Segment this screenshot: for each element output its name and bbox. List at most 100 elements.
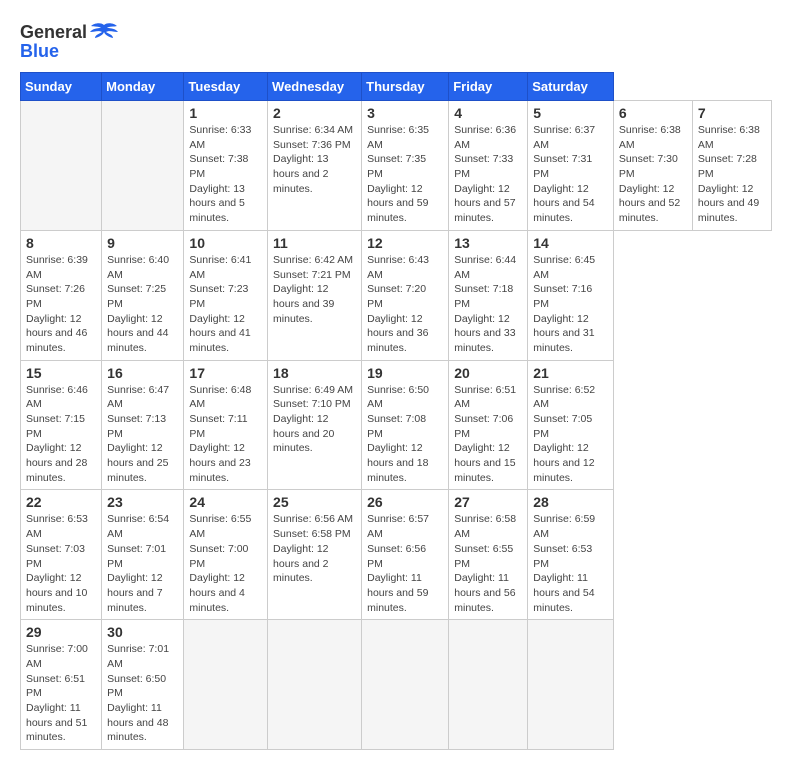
day-number: 7 bbox=[698, 105, 766, 121]
empty-cell bbox=[362, 620, 449, 750]
empty-cell bbox=[102, 101, 184, 231]
day-cell-29: 29 Sunrise: 7:00 AMSunset: 6:51 PMDayligh… bbox=[21, 620, 102, 750]
day-number: 6 bbox=[619, 105, 687, 121]
empty-cell bbox=[268, 620, 362, 750]
day-cell-20: 20 Sunrise: 6:51 AMSunset: 7:06 PMDayligh… bbox=[449, 360, 528, 490]
day-number: 10 bbox=[189, 235, 262, 251]
day-cell-22: 22 Sunrise: 6:53 AMSunset: 7:03 PMDayligh… bbox=[21, 490, 102, 620]
calendar-week-1: 1 Sunrise: 6:33 AMSunset: 7:38 PMDaylight… bbox=[21, 101, 772, 231]
day-info: Sunrise: 6:44 AMSunset: 7:18 PMDaylight:… bbox=[454, 253, 522, 356]
day-cell-1: 1 Sunrise: 6:33 AMSunset: 7:38 PMDaylight… bbox=[184, 101, 268, 231]
calendar-week-4: 22 Sunrise: 6:53 AMSunset: 7:03 PMDayligh… bbox=[21, 490, 772, 620]
calendar-header-row: SundayMondayTuesdayWednesdayThursdayFrid… bbox=[21, 73, 772, 101]
day-number: 15 bbox=[26, 365, 96, 381]
day-info: Sunrise: 7:00 AMSunset: 6:51 PMDaylight:… bbox=[26, 642, 96, 745]
empty-cell bbox=[21, 101, 102, 231]
day-info: Sunrise: 7:01 AMSunset: 6:50 PMDaylight:… bbox=[107, 642, 178, 745]
day-cell-10: 10 Sunrise: 6:41 AMSunset: 7:23 PMDayligh… bbox=[184, 230, 268, 360]
day-number: 1 bbox=[189, 105, 262, 121]
weekday-header-tuesday: Tuesday bbox=[184, 73, 268, 101]
day-info: Sunrise: 6:49 AMSunset: 7:10 PMDaylight:… bbox=[273, 383, 356, 456]
day-number: 30 bbox=[107, 624, 178, 640]
empty-cell bbox=[528, 620, 614, 750]
day-info: Sunrise: 6:40 AMSunset: 7:25 PMDaylight:… bbox=[107, 253, 178, 356]
day-number: 20 bbox=[454, 365, 522, 381]
day-info: Sunrise: 6:38 AMSunset: 7:30 PMDaylight:… bbox=[619, 123, 687, 226]
day-info: Sunrise: 6:56 AMSunset: 6:58 PMDaylight:… bbox=[273, 512, 356, 585]
day-cell-14: 14Sunrise: 6:45 AMSunset: 7:16 PMDayligh… bbox=[528, 230, 614, 360]
day-number: 16 bbox=[107, 365, 178, 381]
day-info: Sunrise: 6:34 AMSunset: 7:36 PMDaylight:… bbox=[273, 123, 356, 196]
weekday-header-thursday: Thursday bbox=[362, 73, 449, 101]
day-number: 28 bbox=[533, 494, 608, 510]
day-cell-27: 27 Sunrise: 6:58 AMSunset: 6:55 PMDayligh… bbox=[449, 490, 528, 620]
logo: General Blue bbox=[20, 20, 119, 62]
day-cell-13: 13 Sunrise: 6:44 AMSunset: 7:18 PMDayligh… bbox=[449, 230, 528, 360]
day-number: 13 bbox=[454, 235, 522, 251]
day-info: Sunrise: 6:55 AMSunset: 7:00 PMDaylight:… bbox=[189, 512, 262, 615]
day-number: 2 bbox=[273, 105, 356, 121]
logo-bird-icon bbox=[89, 20, 119, 45]
day-info: Sunrise: 6:37 AMSunset: 7:31 PMDaylight:… bbox=[533, 123, 608, 226]
day-info: Sunrise: 6:48 AMSunset: 7:11 PMDaylight:… bbox=[189, 383, 262, 486]
weekday-header-wednesday: Wednesday bbox=[268, 73, 362, 101]
day-number: 22 bbox=[26, 494, 96, 510]
day-number: 29 bbox=[26, 624, 96, 640]
day-info: Sunrise: 6:35 AMSunset: 7:35 PMDaylight:… bbox=[367, 123, 443, 226]
day-info: Sunrise: 6:53 AMSunset: 7:03 PMDaylight:… bbox=[26, 512, 96, 615]
day-number: 24 bbox=[189, 494, 262, 510]
empty-cell bbox=[449, 620, 528, 750]
day-cell-17: 17 Sunrise: 6:48 AMSunset: 7:11 PMDayligh… bbox=[184, 360, 268, 490]
day-number: 3 bbox=[367, 105, 443, 121]
day-cell-8: 8Sunrise: 6:39 AMSunset: 7:26 PMDaylight… bbox=[21, 230, 102, 360]
day-cell-4: 4Sunrise: 6:36 AMSunset: 7:33 PMDaylight… bbox=[449, 101, 528, 231]
day-cell-5: 5Sunrise: 6:37 AMSunset: 7:31 PMDaylight… bbox=[528, 101, 614, 231]
calendar-week-3: 15 Sunrise: 6:46 AMSunset: 7:15 PMDayligh… bbox=[21, 360, 772, 490]
day-number: 17 bbox=[189, 365, 262, 381]
calendar-week-5: 29 Sunrise: 7:00 AMSunset: 6:51 PMDayligh… bbox=[21, 620, 772, 750]
day-cell-7: 7 Sunrise: 6:38 AMSunset: 7:28 PMDaylight… bbox=[692, 101, 771, 231]
day-cell-15: 15 Sunrise: 6:46 AMSunset: 7:15 PMDayligh… bbox=[21, 360, 102, 490]
day-number: 12 bbox=[367, 235, 443, 251]
logo-blue-text: Blue bbox=[20, 41, 59, 62]
day-cell-2: 2 Sunrise: 6:34 AMSunset: 7:36 PMDaylight… bbox=[268, 101, 362, 231]
day-number: 23 bbox=[107, 494, 178, 510]
page-header: General Blue bbox=[20, 20, 772, 62]
day-cell-6: 6 Sunrise: 6:38 AMSunset: 7:30 PMDaylight… bbox=[613, 101, 692, 231]
day-info: Sunrise: 6:43 AMSunset: 7:20 PMDaylight:… bbox=[367, 253, 443, 356]
day-info: Sunrise: 6:52 AMSunset: 7:05 PMDaylight:… bbox=[533, 383, 608, 486]
day-cell-23: 23 Sunrise: 6:54 AMSunset: 7:01 PMDayligh… bbox=[102, 490, 184, 620]
day-number: 18 bbox=[273, 365, 356, 381]
day-cell-9: 9Sunrise: 6:40 AMSunset: 7:25 PMDaylight… bbox=[102, 230, 184, 360]
day-info: Sunrise: 6:45 AMSunset: 7:16 PMDaylight:… bbox=[533, 253, 608, 356]
day-cell-11: 11Sunrise: 6:42 AMSunset: 7:21 PMDayligh… bbox=[268, 230, 362, 360]
day-info: Sunrise: 6:47 AMSunset: 7:13 PMDaylight:… bbox=[107, 383, 178, 486]
day-cell-12: 12 Sunrise: 6:43 AMSunset: 7:20 PMDayligh… bbox=[362, 230, 449, 360]
day-info: Sunrise: 6:46 AMSunset: 7:15 PMDaylight:… bbox=[26, 383, 96, 486]
day-number: 25 bbox=[273, 494, 356, 510]
day-number: 4 bbox=[454, 105, 522, 121]
day-cell-16: 16 Sunrise: 6:47 AMSunset: 7:13 PMDayligh… bbox=[102, 360, 184, 490]
day-cell-30: 30 Sunrise: 7:01 AMSunset: 6:50 PMDayligh… bbox=[102, 620, 184, 750]
day-info: Sunrise: 6:41 AMSunset: 7:23 PMDaylight:… bbox=[189, 253, 262, 356]
day-cell-25: 25 Sunrise: 6:56 AMSunset: 6:58 PMDayligh… bbox=[268, 490, 362, 620]
day-number: 21 bbox=[533, 365, 608, 381]
day-info: Sunrise: 6:54 AMSunset: 7:01 PMDaylight:… bbox=[107, 512, 178, 615]
day-number: 27 bbox=[454, 494, 522, 510]
day-info: Sunrise: 6:33 AMSunset: 7:38 PMDaylight:… bbox=[189, 123, 262, 226]
calendar-table: SundayMondayTuesdayWednesdayThursdayFrid… bbox=[20, 72, 772, 750]
weekday-header-friday: Friday bbox=[449, 73, 528, 101]
empty-cell bbox=[184, 620, 268, 750]
day-cell-3: 3 Sunrise: 6:35 AMSunset: 7:35 PMDaylight… bbox=[362, 101, 449, 231]
weekday-header-monday: Monday bbox=[102, 73, 184, 101]
day-info: Sunrise: 6:38 AMSunset: 7:28 PMDaylight:… bbox=[698, 123, 766, 226]
day-info: Sunrise: 6:58 AMSunset: 6:55 PMDaylight:… bbox=[454, 512, 522, 615]
day-cell-18: 18 Sunrise: 6:49 AMSunset: 7:10 PMDayligh… bbox=[268, 360, 362, 490]
day-info: Sunrise: 6:57 AMSunset: 6:56 PMDaylight:… bbox=[367, 512, 443, 615]
calendar-week-2: 8Sunrise: 6:39 AMSunset: 7:26 PMDaylight… bbox=[21, 230, 772, 360]
day-info: Sunrise: 6:51 AMSunset: 7:06 PMDaylight:… bbox=[454, 383, 522, 486]
day-cell-24: 24 Sunrise: 6:55 AMSunset: 7:00 PMDayligh… bbox=[184, 490, 268, 620]
day-info: Sunrise: 6:59 AMSunset: 6:53 PMDaylight:… bbox=[533, 512, 608, 615]
day-cell-19: 19Sunrise: 6:50 AMSunset: 7:08 PMDayligh… bbox=[362, 360, 449, 490]
logo-text: General bbox=[20, 22, 87, 43]
